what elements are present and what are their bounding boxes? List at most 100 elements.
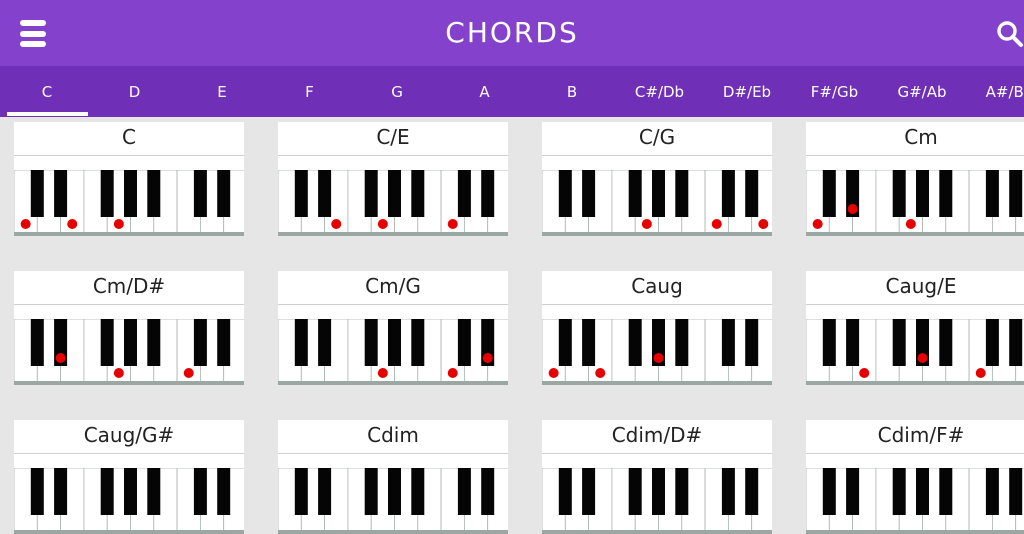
card-divider <box>14 155 244 156</box>
black-key <box>628 468 642 515</box>
note-dot <box>20 219 31 229</box>
black-key <box>892 468 906 515</box>
black-key <box>457 170 471 217</box>
piano-keyboard <box>542 468 772 534</box>
chord-card[interactable]: Cm/G <box>278 271 508 385</box>
piano-keyboard <box>806 319 1024 385</box>
black-key <box>411 468 425 515</box>
black-key <box>558 468 572 515</box>
piano-keyboard <box>542 319 772 385</box>
tab-e[interactable]: E <box>179 66 266 117</box>
app-bar: CHORDS <box>0 0 1024 66</box>
keyboard-container <box>278 468 508 534</box>
chord-card[interactable]: Cm <box>806 122 1024 236</box>
black-key <box>481 170 495 217</box>
chord-name: Cm/G <box>365 274 421 298</box>
tab-f[interactable]: F <box>266 66 353 117</box>
black-key <box>675 468 689 515</box>
black-key <box>628 170 642 217</box>
keyboard-base <box>14 232 244 236</box>
search-button[interactable] <box>994 18 1024 48</box>
chord-card[interactable]: Caug <box>542 271 772 385</box>
piano-keyboard <box>278 468 508 534</box>
piano-keyboard <box>14 468 244 534</box>
black-key <box>916 468 929 515</box>
keyboard-base <box>806 381 1024 385</box>
keyboard-base <box>542 381 772 385</box>
black-key <box>1009 468 1023 515</box>
tab-g[interactable]: G <box>354 66 441 117</box>
chord-name: Cdim <box>367 423 419 447</box>
black-key <box>294 468 308 515</box>
tab-gs-ab[interactable]: G#/Ab <box>879 66 966 117</box>
chord-name: Cdim/F# <box>877 423 965 447</box>
chord-name: Caug <box>631 274 683 298</box>
card-divider <box>278 453 508 454</box>
black-key <box>193 170 207 217</box>
chord-card[interactable]: C <box>14 122 244 236</box>
piano-keyboard <box>806 468 1024 534</box>
tab-d[interactable]: D <box>91 66 178 117</box>
chord-card[interactable]: C/G <box>542 122 772 236</box>
black-key <box>675 319 689 366</box>
black-key <box>54 468 68 515</box>
tab-b[interactable]: B <box>529 66 616 117</box>
tab-a[interactable]: A <box>441 66 528 117</box>
black-key <box>411 319 425 366</box>
note-dot <box>917 353 928 363</box>
black-key <box>193 319 207 366</box>
black-key <box>457 319 471 366</box>
note-dot <box>447 219 458 229</box>
black-key <box>822 319 836 366</box>
black-key <box>846 319 860 366</box>
black-key <box>675 170 689 217</box>
chord-card[interactable]: Cm/D# <box>14 271 244 385</box>
note-dot <box>711 219 722 229</box>
black-key <box>388 170 401 217</box>
black-key <box>721 468 735 515</box>
black-key <box>294 319 308 366</box>
keyboard-container <box>542 319 772 385</box>
black-key <box>193 468 207 515</box>
tab-c[interactable]: C <box>4 66 91 117</box>
black-key <box>558 170 572 217</box>
black-key <box>481 468 495 515</box>
chord-card[interactable]: Cdim/F# <box>806 420 1024 534</box>
tab-cs-db[interactable]: C#/Db <box>616 66 703 117</box>
black-key <box>721 170 735 217</box>
black-key <box>558 319 572 366</box>
keyboard-base <box>278 232 508 236</box>
black-key <box>30 170 44 217</box>
chord-card[interactable]: Cdim/D# <box>542 420 772 534</box>
black-key <box>846 468 860 515</box>
tab-as-bb[interactable]: A#/Bb <box>966 66 1024 117</box>
keyboard-container <box>278 170 508 236</box>
black-key <box>318 170 332 217</box>
note-dot <box>859 368 870 378</box>
chord-card[interactable]: Caug/G# <box>14 420 244 534</box>
black-key <box>652 170 665 217</box>
chord-card[interactable]: Cdim <box>278 420 508 534</box>
root-note-tabs: CDEFGABC#/DbD#/EbF#/GbG#/AbA#/Bb <box>0 66 1024 117</box>
note-dot <box>847 204 858 214</box>
black-key <box>1009 170 1023 217</box>
black-key <box>652 468 665 515</box>
card-divider <box>14 453 244 454</box>
keyboard-container <box>542 468 772 534</box>
tab-fs-gb[interactable]: F#/Gb <box>791 66 878 117</box>
black-key <box>217 468 231 515</box>
chord-name: C/G <box>638 125 676 149</box>
chord-card[interactable]: C/E <box>278 122 508 236</box>
note-dot <box>447 368 458 378</box>
keyboard-container <box>278 319 508 385</box>
note-dot <box>905 219 916 229</box>
black-key <box>939 319 953 366</box>
card-divider <box>806 155 1024 156</box>
tab-ds-eb[interactable]: D#/Eb <box>704 66 791 117</box>
selected-tab-indicator <box>7 112 88 116</box>
black-key <box>411 170 425 217</box>
note-dot <box>113 219 124 229</box>
chord-card[interactable]: Caug/E <box>806 271 1024 385</box>
black-key <box>745 319 759 366</box>
black-key <box>892 170 906 217</box>
